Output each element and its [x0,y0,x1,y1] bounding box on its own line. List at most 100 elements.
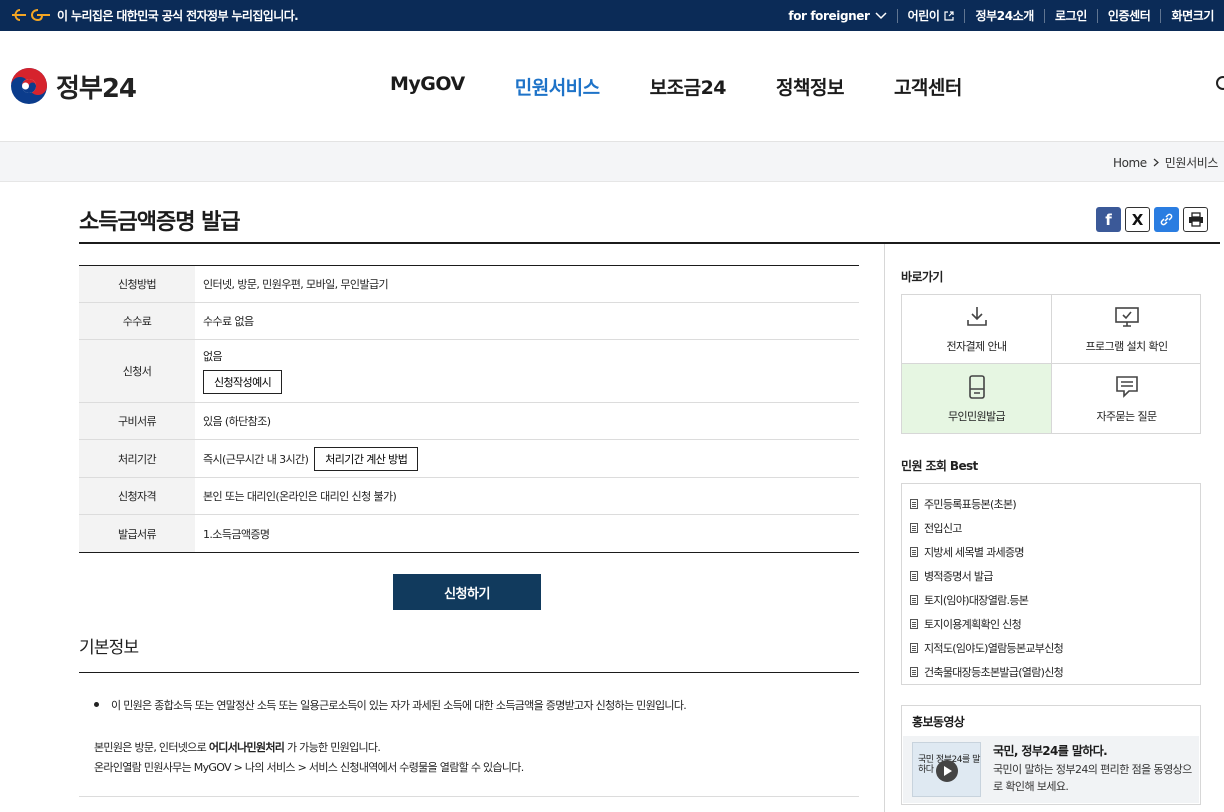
quick-link-kiosk[interactable]: 무인민원발급 [902,364,1052,433]
kiosk-icon [968,374,985,399]
official-site-text: 이 누리집은 대한민국 공식 전자정부 누리집입니다. [57,9,299,23]
table-row: 신청방법 인터넷, 방문, 민원우편, 모바일, 무인발급기 [79,266,859,303]
list-item-label: 병적증명서 발급 [924,570,993,583]
info-line-1-bold: 어디서나민원처리 [208,741,285,754]
quick-link-label: 전자결제 안내 [946,340,1007,353]
quick-link-epayment[interactable]: 전자결제 안내 [902,295,1052,364]
print-icon [1188,212,1203,227]
promo-headline[interactable]: 국민, 정부24를 말하다. [993,742,1108,759]
video-thumbnail[interactable]: 국민 정부24를 말하다 [912,742,981,797]
nav-subsidy[interactable]: 보조금24 [650,73,727,100]
row-value: 없음 [203,350,223,363]
search-icon[interactable] [1216,76,1224,90]
play-icon[interactable] [936,760,958,782]
basic-info-bullet: 이 민원은 종합소득 또는 연말정산 소득 또는 일용근로소득이 있는 자가 과… [94,697,687,713]
row-label: 구비서류 [79,403,195,439]
document-icon [910,619,918,629]
quick-link-faq[interactable]: 자주묻는 질문 [1052,364,1201,433]
utility-links: for foreigner 어린이 정부24소개 로그인 인증센터 화면크기 [778,0,1224,31]
nav-customer-center[interactable]: 고객센터 [894,73,962,100]
content-divider [79,796,859,797]
util-about[interactable]: 정부24소개 [964,8,1043,23]
document-icon [910,499,918,509]
quick-link-program-check[interactable]: 프로그램 설치 확인 [1052,295,1201,364]
chevron-right-icon [1153,158,1159,167]
apply-button[interactable]: 신청하기 [393,574,541,610]
link-icon [1160,213,1173,226]
page-title: 소득금액증명 발급 [79,210,241,235]
list-item[interactable]: 주민등록표등본(초본) [902,492,1200,516]
row-value: 있음 (하단참조) [203,415,271,428]
row-label: 처리기간 [79,440,195,477]
main-nav: MyGOV 민원서비스 보조금24 정책정보 고객센터 [390,73,962,100]
processing-period-calc-button[interactable]: 처리기간 계산 방법 [314,446,419,471]
list-item[interactable]: 건축물대장등초본발급(열람)신청 [902,660,1200,684]
facebook-share-button[interactable]: f [1096,207,1121,232]
list-item[interactable]: 병적증명서 발급 [902,564,1200,588]
row-value: 수수료 없음 [203,315,254,328]
list-item-label: 지방세 세목별 과세증명 [924,546,1024,559]
sidebar-divider [884,244,885,812]
monitor-check-icon [1114,307,1139,327]
list-item[interactable]: 토지(임야)대장열람.등본 [902,588,1200,612]
bullet-icon [94,702,99,707]
info-line-1: 본민원은 방문, 인터넷으로 어디서나민원처리 가 가능한 민원입니다. [94,738,524,758]
list-item-label: 건축물대장등초본발급(열람)신청 [924,666,1064,679]
breadcrumb: Home 민원서비스 [1113,154,1218,171]
list-item[interactable]: 전입신고 [902,516,1200,540]
chat-icon [1115,375,1138,398]
util-screen-size[interactable]: 화면크기 [1160,8,1224,23]
row-value: 즉시(근무시간 내 3시간) [203,452,309,466]
nav-mygov[interactable]: MyGOV [390,73,465,100]
egov-logo-icon [12,9,50,22]
download-icon [966,307,987,326]
list-item-label: 전입신고 [924,522,962,535]
row-value-cell: 즉시(근무시간 내 3시간) 처리기간 계산 방법 [195,440,859,477]
list-item-label: 지적도(임야도)열람등본교부신청 [924,642,1064,655]
official-gov-banner: 이 누리집은 대한민국 공식 전자정부 누리집입니다. for foreigne… [0,0,1224,31]
info-line-1-post: 가 가능한 민원입니다. [284,741,381,754]
x-share-button[interactable]: X [1125,207,1150,232]
external-link-icon [944,10,955,21]
breadcrumb-current[interactable]: 민원서비스 [1165,154,1219,171]
service-info-table: 신청방법 인터넷, 방문, 민원우편, 모바일, 무인발급기 수수료 수수료 없… [79,265,859,553]
row-value: 본인 또는 대리인(온라인은 대리인 신청 불가) [203,490,397,503]
util-foreigner[interactable]: for foreigner [778,9,896,23]
breadcrumb-band: Home 민원서비스 [0,142,1224,182]
list-item[interactable]: 지적도(임야도)열람등본교부신청 [902,636,1200,660]
nav-policy[interactable]: 정책정보 [776,73,844,100]
util-auth-center[interactable]: 인증센터 [1096,8,1161,23]
copy-link-button[interactable] [1154,207,1179,232]
quick-links-grid: 전자결제 안내 프로그램 설치 확인 무인민원발급 자주묻는 질문 [901,294,1201,434]
basic-info-title: 기본정보 [79,638,139,658]
document-icon [910,523,918,533]
site-header: 정부24 MyGOV 민원서비스 보조금24 정책정보 고객센터 [0,31,1224,142]
row-label: 신청서 [79,340,195,402]
list-item[interactable]: 토지이용계획확인 신청 [902,612,1200,636]
promo-video-box: 홍보동영상 국민 정부24를 말하다 국민, 정부24를 말하다. 국민이 말하… [901,705,1201,805]
nav-civil-service[interactable]: 민원서비스 [515,73,600,100]
facebook-icon: f [1105,210,1112,229]
x-icon: X [1131,210,1144,229]
breadcrumb-home[interactable]: Home [1113,156,1147,170]
bullet-text: 이 민원은 종합소득 또는 연말정산 소득 또는 일용근로소득이 있는 자가 과… [111,699,687,712]
print-button[interactable] [1183,207,1208,232]
document-icon [910,643,918,653]
list-item-label: 토지(임야)대장열람.등본 [924,594,1029,607]
table-row: 신청서 없음 신청작성예시 [79,340,859,403]
document-icon [910,547,918,557]
site-logo[interactable]: 정부24 [10,67,137,105]
taegeuk-logo-icon [11,68,47,104]
quick-links-title: 바로가기 [901,270,943,284]
util-kids[interactable]: 어린이 [896,8,965,23]
promo-video-title: 홍보동영상 [912,715,965,729]
quick-link-label: 무인민원발급 [947,409,1006,423]
util-login[interactable]: 로그인 [1043,8,1097,23]
row-value-cell: 없음 신청작성예시 [195,340,859,402]
row-label: 신청방법 [79,266,195,302]
document-icon [910,571,918,581]
logo-text: 정부24 [56,73,137,104]
list-item[interactable]: 지방세 세목별 과세증명 [902,540,1200,564]
chevron-down-icon [875,11,887,19]
form-example-button[interactable]: 신청작성예시 [203,370,283,394]
